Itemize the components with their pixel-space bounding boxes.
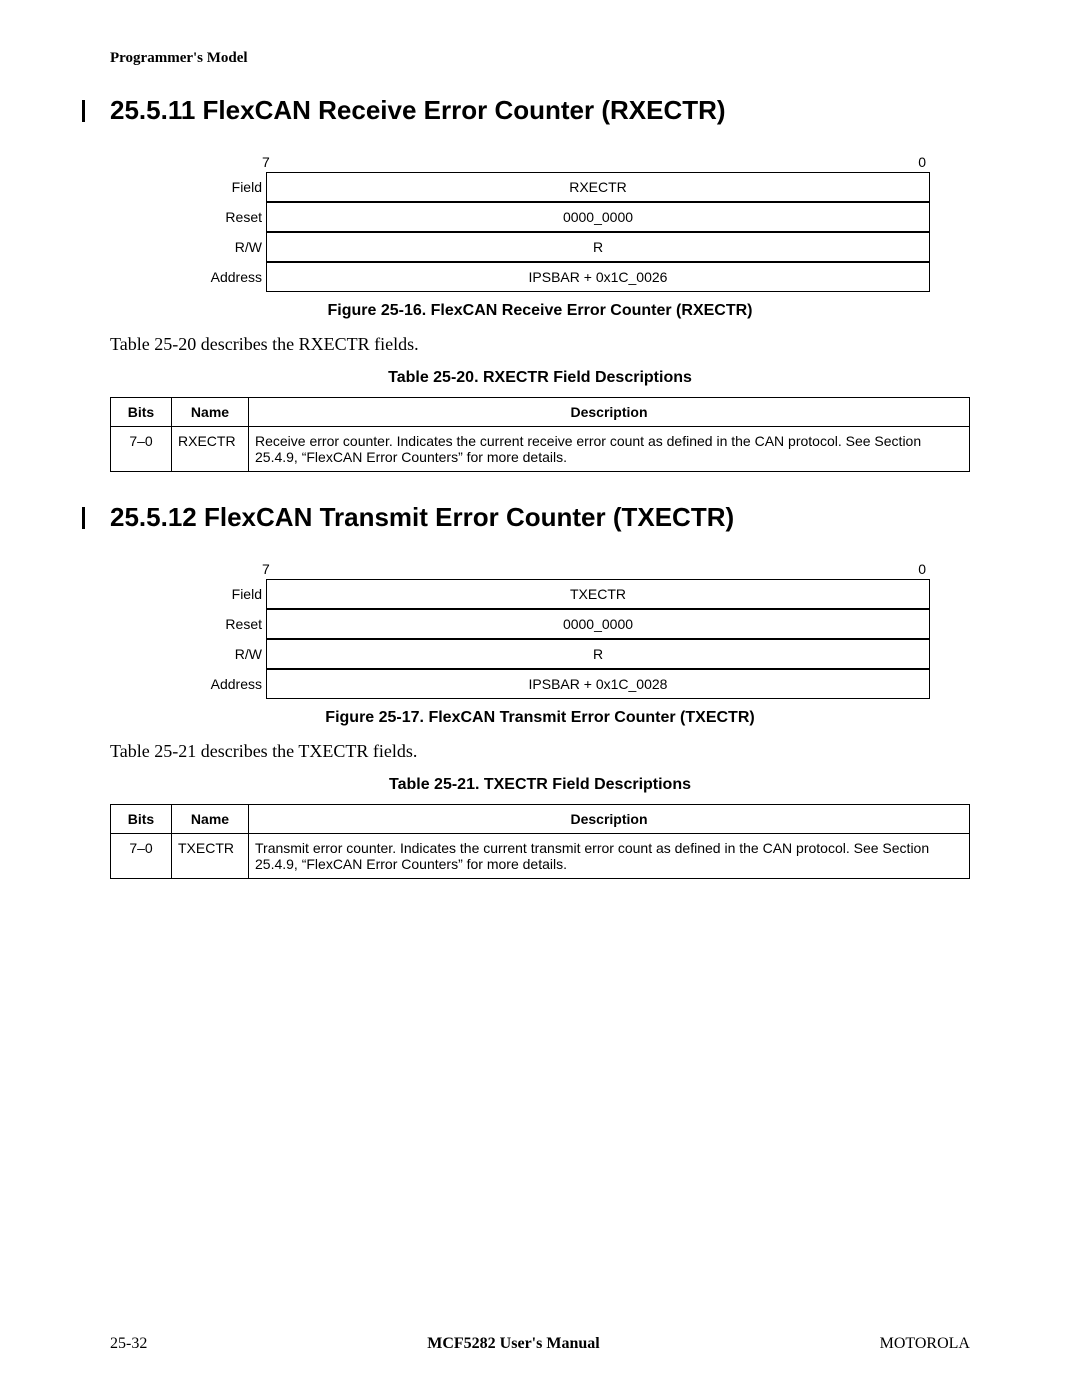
col-header-name: Name — [172, 398, 249, 427]
field-description-table-rxectr: Bits Name Description 7–0 RXECTR Receive… — [110, 397, 970, 472]
body-text: Table 25-21 describes the TXECTR fields. — [110, 741, 970, 762]
reg-row-label: Field — [190, 173, 267, 203]
col-header-name: Name — [172, 805, 249, 834]
reg-field-value: TXECTR — [267, 580, 930, 610]
footer-vendor: MOTOROLA — [880, 1335, 970, 1353]
reg-rw-value: R — [267, 232, 930, 262]
section-title: FlexCAN Transmit Error Counter (TXECTR) — [204, 502, 734, 532]
figure-caption: Figure 25-17. FlexCAN Transmit Error Cou… — [110, 709, 970, 727]
reg-row-label: R/W — [190, 232, 267, 262]
reg-address-value: IPSBAR + 0x1C_0028 — [267, 669, 930, 699]
col-header-bits: Bits — [111, 398, 172, 427]
cell-name: TXECTR — [172, 834, 249, 879]
reg-field-value: RXECTR — [267, 173, 930, 203]
body-text: Table 25-20 describes the RXECTR fields. — [110, 334, 970, 355]
bit-hi: 7 — [262, 561, 270, 577]
reg-reset-value: 0000_0000 — [267, 202, 930, 232]
col-header-desc: Description — [249, 805, 970, 834]
change-bar-icon — [82, 507, 85, 529]
cell-desc: Receive error counter. Indicates the cur… — [249, 427, 970, 472]
cell-bits: 7–0 — [111, 834, 172, 879]
reg-row-label: Address — [190, 262, 267, 292]
table-row: 7–0 TXECTR Transmit error counter. Indic… — [111, 834, 970, 879]
page-footer: 25-32 MCF5282 User's Manual MOTOROLA — [110, 1335, 970, 1353]
section-title: FlexCAN Receive Error Counter (RXECTR) — [203, 95, 726, 125]
table-caption: Table 25-20. RXECTR Field Descriptions — [110, 369, 970, 387]
bit-lo: 0 — [918, 561, 926, 577]
cell-desc: Transmit error counter. Indicates the cu… — [249, 834, 970, 879]
reg-row-label: Field — [190, 580, 267, 610]
section-heading-txectr: 25.5.12 FlexCAN Transmit Error Counter (… — [110, 502, 970, 533]
reg-reset-value: 0000_0000 — [267, 609, 930, 639]
reg-row-label: Reset — [190, 609, 267, 639]
register-diagram-rxectr: 7 0 Field RXECTR Reset 0000_0000 R/W R A… — [190, 154, 930, 292]
reg-row-label: Address — [190, 669, 267, 699]
register-diagram-txectr: 7 0 Field TXECTR Reset 0000_0000 R/W R A… — [190, 561, 930, 699]
footer-manual-title: MCF5282 User's Manual — [427, 1335, 599, 1353]
reg-row-label: R/W — [190, 639, 267, 669]
bit-lo: 0 — [918, 154, 926, 170]
change-bar-icon — [82, 100, 85, 122]
reg-address-value: IPSBAR + 0x1C_0026 — [267, 262, 930, 292]
table-caption: Table 25-21. TXECTR Field Descriptions — [110, 776, 970, 794]
field-description-table-txectr: Bits Name Description 7–0 TXECTR Transmi… — [110, 804, 970, 879]
footer-page-number: 25-32 — [110, 1335, 147, 1353]
figure-caption: Figure 25-16. FlexCAN Receive Error Coun… — [110, 302, 970, 320]
cell-bits: 7–0 — [111, 427, 172, 472]
reg-rw-value: R — [267, 639, 930, 669]
section-number: 25.5.12 — [110, 502, 197, 532]
section-heading-rxectr: 25.5.11 FlexCAN Receive Error Counter (R… — [110, 95, 970, 126]
cell-name: RXECTR — [172, 427, 249, 472]
section-number: 25.5.11 — [110, 95, 195, 125]
running-head: Programmer's Model — [110, 50, 970, 67]
col-header-bits: Bits — [111, 805, 172, 834]
bit-hi: 7 — [262, 154, 270, 170]
col-header-desc: Description — [249, 398, 970, 427]
table-row: 7–0 RXECTR Receive error counter. Indica… — [111, 427, 970, 472]
reg-row-label: Reset — [190, 202, 267, 232]
